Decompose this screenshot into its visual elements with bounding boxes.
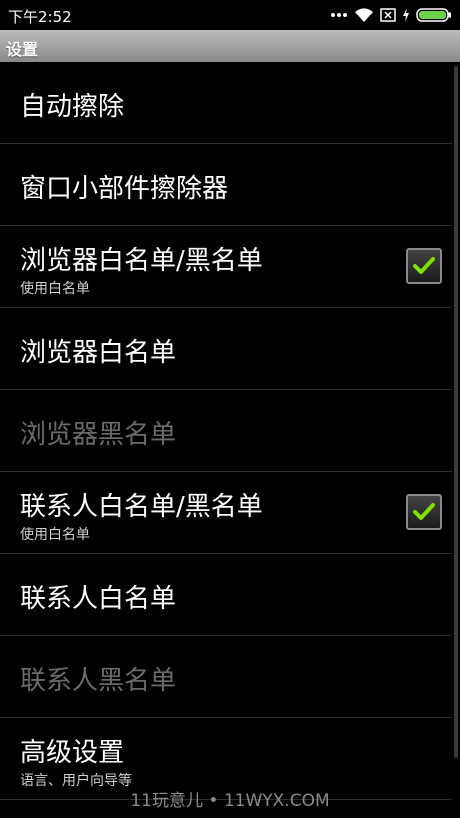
- charging-icon: [403, 8, 409, 22]
- setting-title: 浏览器白名单/黑名单: [20, 246, 263, 276]
- wifi-icon: [355, 7, 373, 22]
- setting-summary: 使用白名单: [20, 527, 90, 543]
- setting-summary: 使用白名单: [20, 281, 90, 297]
- setting-auto-wipe[interactable]: 自动擦除: [0, 62, 452, 144]
- setting-title: 高级设置: [20, 738, 125, 768]
- setting-widget-wiper[interactable]: 窗口小部件擦除器: [0, 144, 452, 226]
- setting-title: 联系人白名单: [20, 584, 177, 614]
- setting-browser-whitelist-blacklist[interactable]: 浏览器白名单/黑名单 使用白名单: [0, 226, 452, 308]
- setting-contacts-whitelist-blacklist[interactable]: 联系人白名单/黑名单 使用白名单: [0, 472, 452, 554]
- watermark: 11玩意儿 • 11WYX.COM: [130, 791, 330, 811]
- setting-title: 自动擦除: [20, 92, 125, 122]
- setting-title: 联系人白名单/黑名单: [20, 492, 263, 522]
- setting-browser-blacklist: 浏览器黑名单: [0, 390, 452, 472]
- page-title: 设置: [6, 40, 39, 59]
- battery-icon: [416, 8, 451, 22]
- browser-list-checkbox[interactable]: [406, 248, 442, 284]
- title-bar: 设置: [0, 30, 460, 62]
- checkmark-icon: [413, 503, 435, 520]
- setting-browser-whitelist[interactable]: 浏览器白名单: [0, 308, 452, 390]
- status-icons: [330, 7, 452, 23]
- setting-contacts-whitelist[interactable]: 联系人白名单: [0, 554, 452, 636]
- checkmark-icon: [413, 257, 435, 274]
- setting-title: 浏览器白名单: [20, 338, 177, 368]
- settings-list: 自动擦除 窗口小部件擦除器 浏览器白名单/黑名单 使用白名单 浏览器白名单 浏览…: [0, 62, 452, 800]
- setting-contacts-blacklist: 联系人黑名单: [0, 636, 452, 718]
- scrollbar[interactable]: [454, 66, 458, 758]
- status-bar: 下午2:52: [0, 0, 460, 30]
- status-time: 下午2:52: [8, 8, 72, 26]
- setting-title: 联系人黑名单: [20, 666, 177, 696]
- signal-icon: [331, 13, 347, 17]
- setting-title: 浏览器黑名单: [20, 420, 177, 450]
- close-box-icon: [380, 8, 396, 22]
- contacts-list-checkbox[interactable]: [406, 494, 442, 530]
- setting-title: 窗口小部件擦除器: [20, 174, 229, 204]
